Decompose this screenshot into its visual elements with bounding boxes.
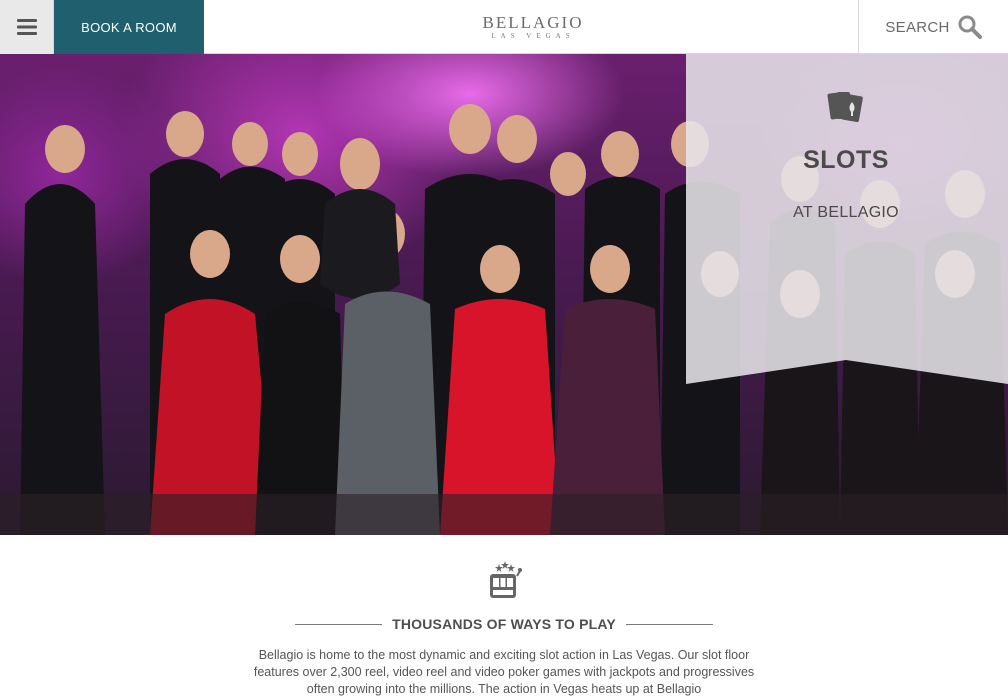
menu-button[interactable] [0,0,54,54]
site-header: BOOK A ROOM BELLAGIO LAS VEGAS SEARCH [0,0,1008,54]
page-subtitle: AT BELLAGIO [793,204,899,221]
hero-banner: SLOTS AT BELLAGIO [0,54,1008,535]
hamburger-menu-icon [16,19,37,35]
search-button[interactable]: SEARCH [858,0,1008,54]
slot-machine-icon [490,561,522,598]
section-title: THOUSANDS OF WAYS TO PLAY [392,616,616,632]
search-label: SEARCH [885,18,950,36]
book-a-room-button[interactable]: BOOK A ROOM [54,0,204,54]
book-a-room-label: BOOK A ROOM [81,19,177,35]
intro-paragraph: Bellagio is home to the most dynamic and… [253,648,755,696]
logo-main-text: BELLAGIO [482,13,584,32]
playing-cards-icon [827,92,863,123]
logo-sub-text: LAS VEGAS [491,32,575,40]
heading-rule-left [295,623,383,625]
bellagio-logo[interactable]: BELLAGIO LAS VEGAS [478,14,588,42]
page-title: SLOTS [803,146,889,174]
heading-rule-right [625,623,714,625]
section-heading: THOUSANDS OF WAYS TO PLAY [295,614,714,634]
magnifier-icon [958,15,982,39]
title-overlay-panel: SLOTS AT BELLAGIO [686,54,1008,384]
